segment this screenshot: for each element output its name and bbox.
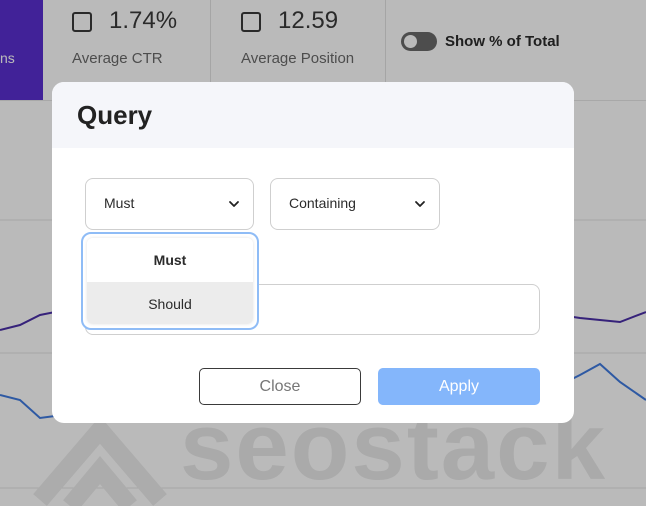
match-type-select-value: Must — [104, 195, 135, 211]
operator-select[interactable]: Containing — [270, 178, 440, 230]
match-type-dropdown: Must Should — [81, 232, 259, 330]
query-modal: Query Must Containing Close Apply Must S… — [52, 82, 574, 423]
chevron-down-icon — [415, 201, 425, 207]
dropdown-option-should[interactable]: Should — [87, 282, 253, 324]
modal-header: Query — [52, 82, 574, 148]
match-type-select[interactable]: Must — [85, 178, 254, 230]
modal-title: Query — [77, 100, 153, 130]
dropdown-option-must[interactable]: Must — [87, 238, 253, 282]
operator-select-value: Containing — [289, 195, 356, 211]
dropdown-list: Must Should — [87, 238, 253, 324]
close-button[interactable]: Close — [199, 368, 361, 405]
chevron-down-icon — [229, 201, 239, 207]
apply-button[interactable]: Apply — [378, 368, 540, 405]
